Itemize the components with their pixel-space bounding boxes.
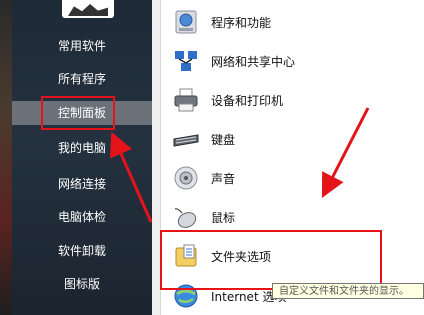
cp-item-devices-printers[interactable]: 设备和打印机 bbox=[171, 83, 401, 117]
sidebar-item-common-software[interactable]: 常用软件 bbox=[12, 34, 152, 58]
sidebar-item-label: 网络连接 bbox=[57, 177, 106, 191]
cp-item-label: 设备和打印机 bbox=[211, 93, 284, 108]
speaker-icon bbox=[171, 163, 201, 193]
sidebar-item-my-computer[interactable]: 我的电脑 bbox=[12, 136, 152, 160]
cp-item-keyboard[interactable]: 键盘 bbox=[171, 122, 401, 156]
network-sharing-icon bbox=[171, 46, 201, 76]
cp-item-folder-options[interactable]: 文件夹选项 bbox=[171, 239, 401, 273]
sidebar-item-label: 常用软件 bbox=[57, 39, 106, 53]
cp-item-sound[interactable]: 声音 bbox=[171, 161, 401, 195]
internet-options-icon bbox=[171, 281, 201, 311]
cp-item-label: 鼠标 bbox=[211, 210, 236, 225]
cp-item-label: 文件夹选项 bbox=[211, 249, 272, 264]
logo-icon bbox=[62, 0, 114, 18]
cp-item-programs-features[interactable]: 程序和功能 bbox=[171, 5, 401, 39]
sidebar-menu: 常用软件 所有程序 控制面板 我的电脑 网络连接 电脑体检 软件卸载 图标版 bbox=[12, 0, 152, 315]
printer-icon bbox=[171, 85, 201, 115]
sidebar-item-label: 软件卸载 bbox=[57, 244, 106, 258]
highlight-box-control-panel bbox=[41, 96, 115, 130]
programs-features-icon bbox=[171, 7, 201, 37]
cp-item-label: 程序和功能 bbox=[211, 15, 272, 30]
control-panel-list: 程序和功能 网络和共享中心 设备和打印机 键盘 声音 鼠标 文件夹选项 Inte… bbox=[160, 0, 424, 315]
sidebar-item-uninstall[interactable]: 软件卸载 bbox=[12, 239, 152, 263]
tooltip: 自定义文件和文件夹的显示。 bbox=[272, 283, 424, 299]
cp-item-label: 声音 bbox=[211, 171, 236, 186]
cp-item-mouse[interactable]: 鼠标 bbox=[171, 200, 401, 234]
cp-item-label: 网络和共享中心 bbox=[211, 54, 296, 69]
desktop-background-edge bbox=[0, 0, 12, 315]
folder-options-icon bbox=[171, 241, 201, 271]
sidebar-item-all-programs[interactable]: 所有程序 bbox=[12, 67, 152, 91]
sidebar-item-pc-checkup[interactable]: 电脑体检 bbox=[12, 205, 152, 229]
mouse-icon bbox=[171, 202, 201, 232]
keyboard-icon bbox=[171, 124, 201, 154]
cp-item-network-sharing[interactable]: 网络和共享中心 bbox=[171, 44, 401, 78]
sidebar-item-icon-view[interactable]: 图标版 bbox=[12, 272, 152, 296]
sidebar-item-label: 电脑体检 bbox=[57, 210, 106, 224]
sidebar-item-label: 图标版 bbox=[63, 277, 100, 291]
sidebar-item-network-connection[interactable]: 网络连接 bbox=[12, 172, 152, 196]
cp-item-label: 键盘 bbox=[211, 132, 236, 147]
screenshot-page: 常用软件 所有程序 控制面板 我的电脑 网络连接 电脑体检 软件卸载 图标版 程… bbox=[0, 0, 424, 315]
sidebar-item-label: 所有程序 bbox=[57, 72, 106, 86]
sidebar-item-label: 我的电脑 bbox=[57, 141, 106, 155]
